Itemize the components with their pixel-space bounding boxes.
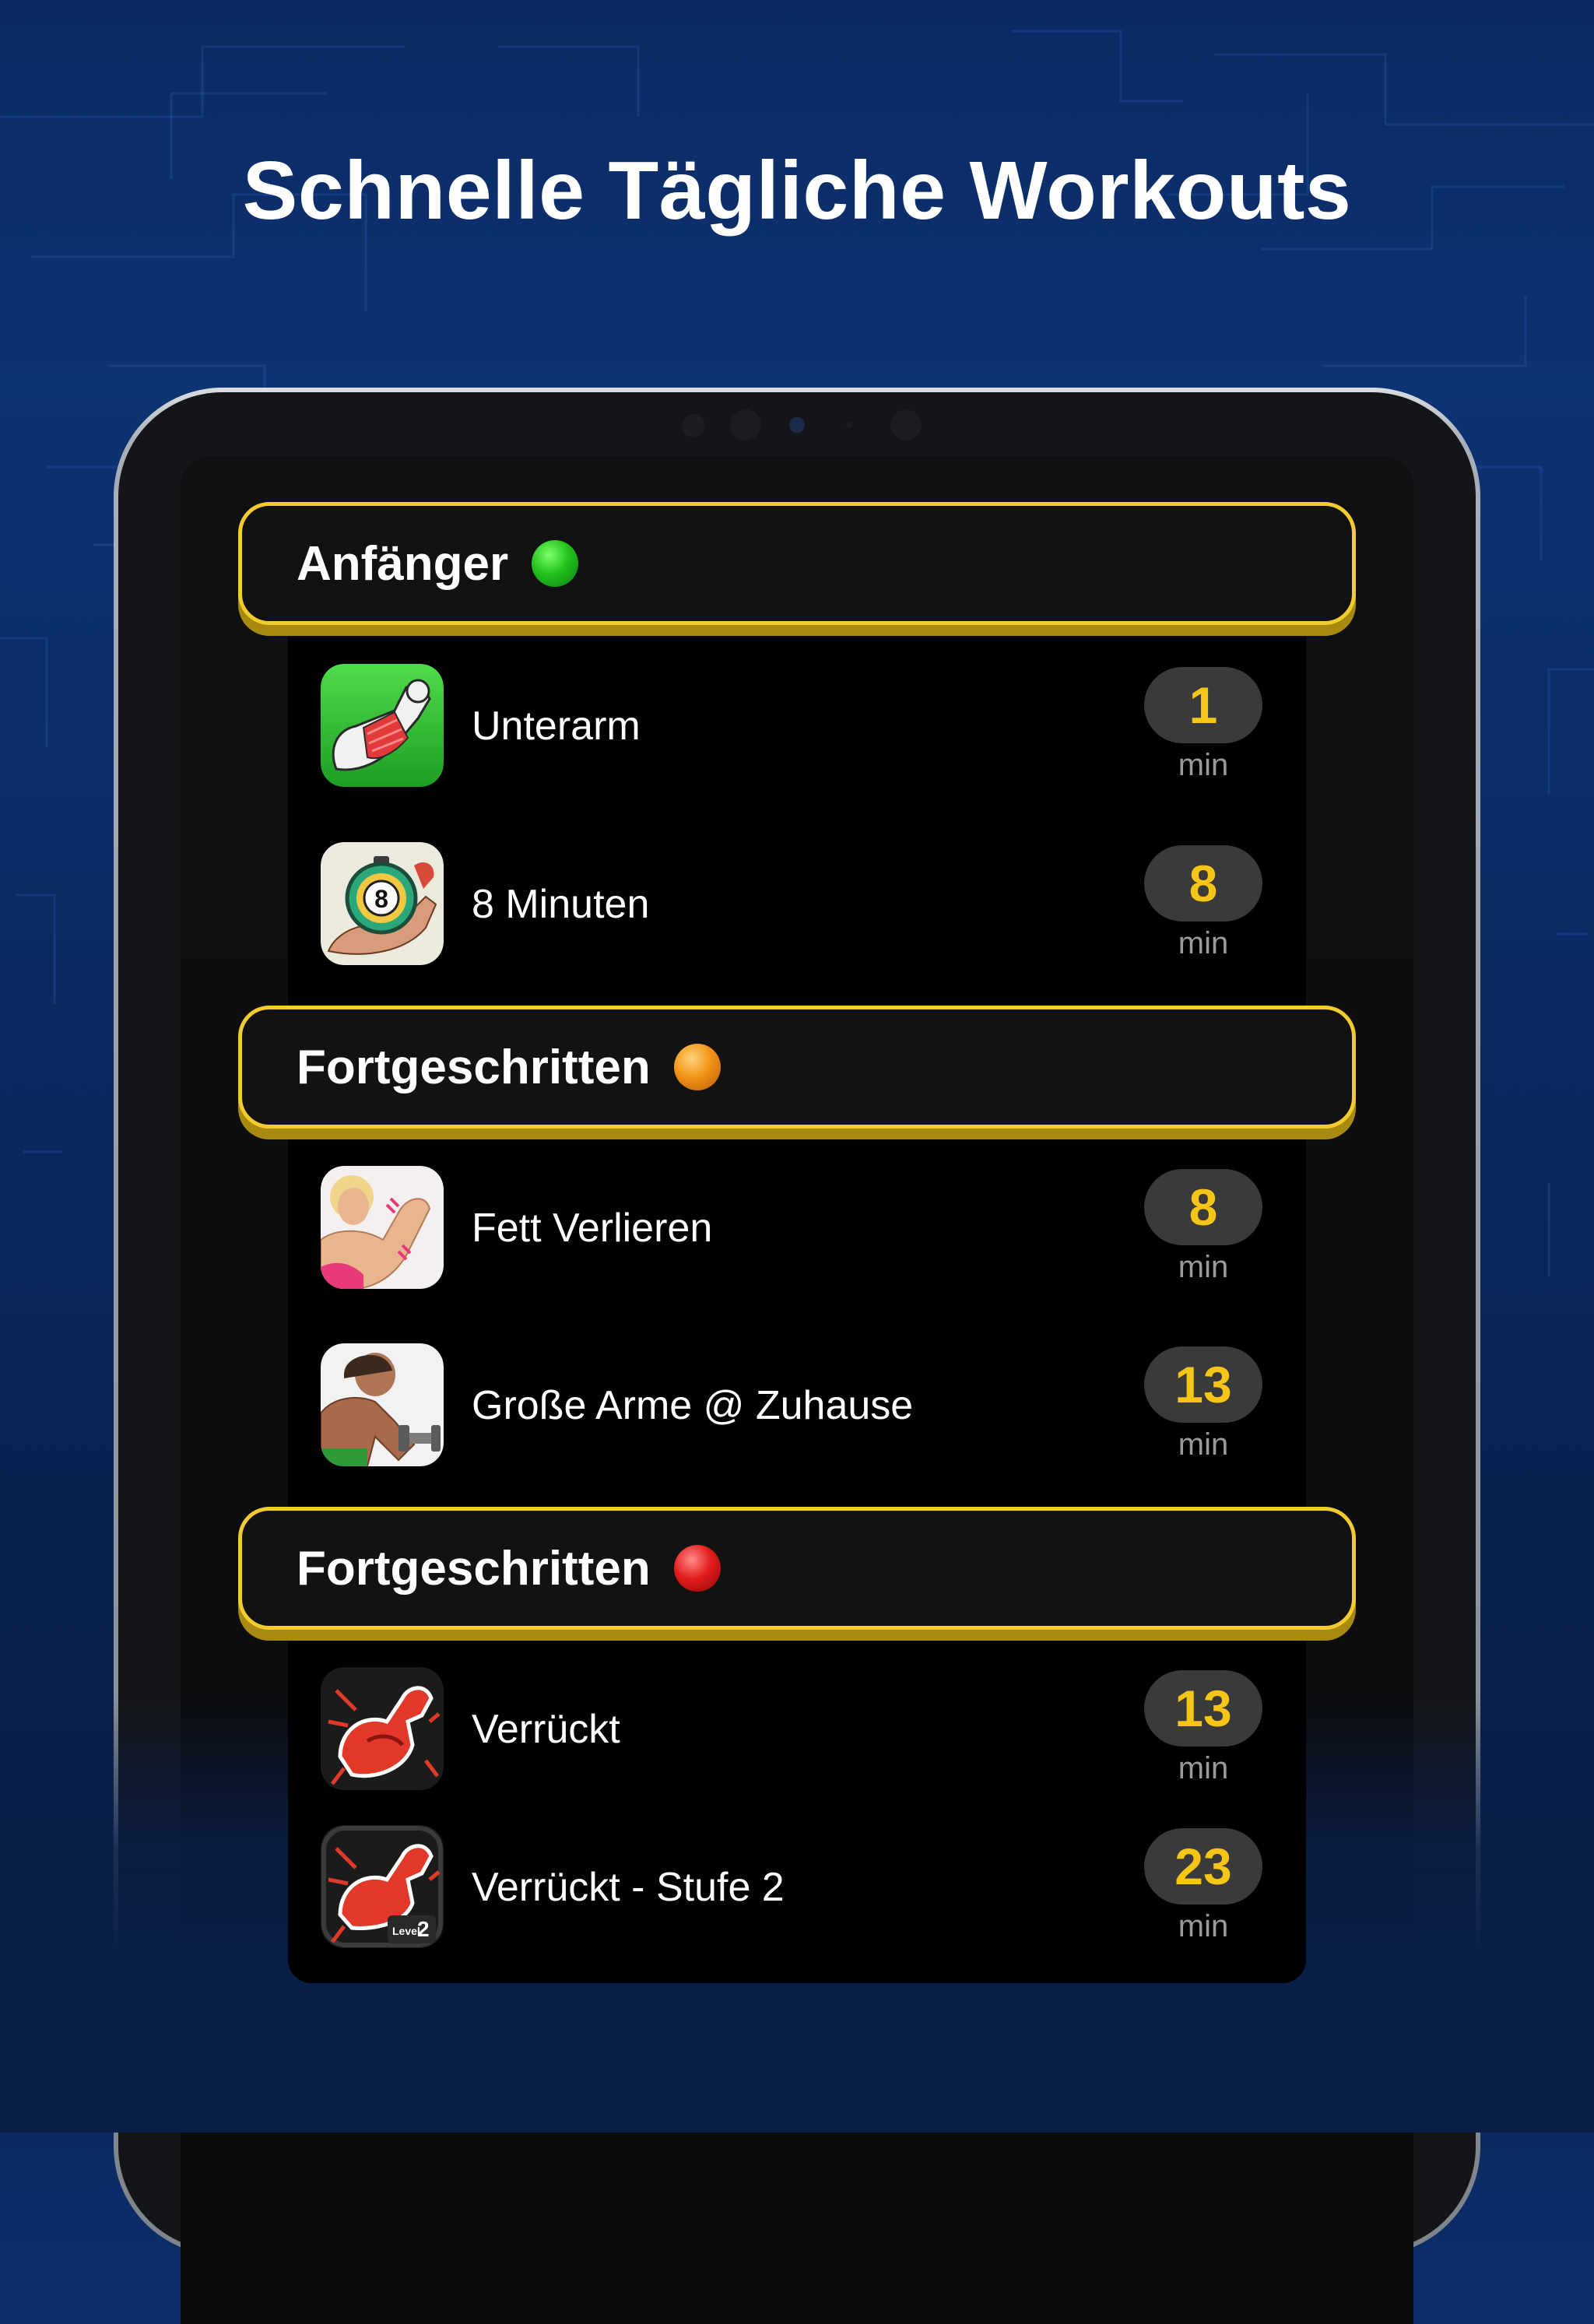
workout-row-verrueckt[interactable]: Verrückt 13 min [319, 1667, 1266, 1793]
duration-unit: min [1178, 1427, 1229, 1462]
green-circle-icon [532, 540, 579, 587]
section-header-expert[interactable]: Fortgeschritten [238, 1507, 1356, 1630]
red-circle-icon [673, 1545, 721, 1592]
section-title: Fortgeschritten [297, 1040, 651, 1094]
workout-name: Verrückt - Stufe 2 [472, 1865, 785, 1910]
page-headline: Schnelle Tägliche Workouts [242, 145, 1352, 237]
duration-unit: min [1178, 926, 1229, 960]
section-title: Anfänger [297, 536, 509, 591]
stopwatch-arm-icon: 8 [321, 842, 444, 965]
duration-value: 1 [1144, 667, 1262, 743]
sensor-icon [846, 422, 852, 428]
red-flex-arm-level2-icon: Level 2 [321, 1825, 444, 1948]
workout-name: 8 Minuten [472, 882, 650, 927]
workout-row-fett-verlieren[interactable]: Fett Verlieren 8 min [319, 1166, 1266, 1292]
section-title: Fortgeschritten [297, 1541, 651, 1596]
workout-name: Unterarm [472, 704, 641, 749]
man-dumbbell-icon [321, 1343, 444, 1466]
level-badge-label: Level [392, 1925, 420, 1937]
red-flex-arm-icon [321, 1667, 444, 1790]
workout-row-verrueckt-stufe-2[interactable]: Level 2 Verrückt - Stufe 2 23 min [319, 1825, 1266, 1951]
duration-value: 23 [1144, 1828, 1262, 1904]
workout-name: Große Arme @ Zuhause [472, 1383, 914, 1428]
front-camera-icon [789, 417, 805, 433]
orange-circle-icon [673, 1044, 721, 1090]
sensor-icon [730, 409, 761, 441]
workout-row-unterarm[interactable]: Unterarm 1 min [319, 664, 1266, 790]
duration-unit: min [1178, 748, 1229, 782]
duration-value: 13 [1144, 1670, 1262, 1747]
level-badge-number: 2 [417, 1917, 430, 1941]
duration-unit: min [1178, 1250, 1229, 1284]
duration-value: 8 [1144, 1169, 1262, 1245]
woman-arm-icon [321, 1166, 444, 1289]
duration-unit: min [1178, 1909, 1229, 1943]
workout-name: Verrückt [472, 1707, 620, 1752]
sensor-icon [890, 409, 922, 441]
duration-unit: min [1178, 1751, 1229, 1785]
svg-text:8: 8 [374, 885, 388, 913]
workout-name: Fett Verlieren [472, 1206, 713, 1251]
workout-row-grosse-arme[interactable]: Große Arme @ Zuhause 13 min [319, 1343, 1266, 1469]
duration-value: 13 [1144, 1346, 1262, 1423]
forearm-flex-icon [321, 664, 444, 787]
duration-value: 8 [1144, 845, 1262, 922]
workout-row-8-minuten[interactable]: 8 8 Minuten 8 min [319, 842, 1266, 968]
sensor-icon [682, 414, 705, 437]
section-header-advanced[interactable]: Fortgeschritten [238, 1006, 1356, 1129]
section-header-beginner[interactable]: Anfänger [238, 502, 1356, 625]
